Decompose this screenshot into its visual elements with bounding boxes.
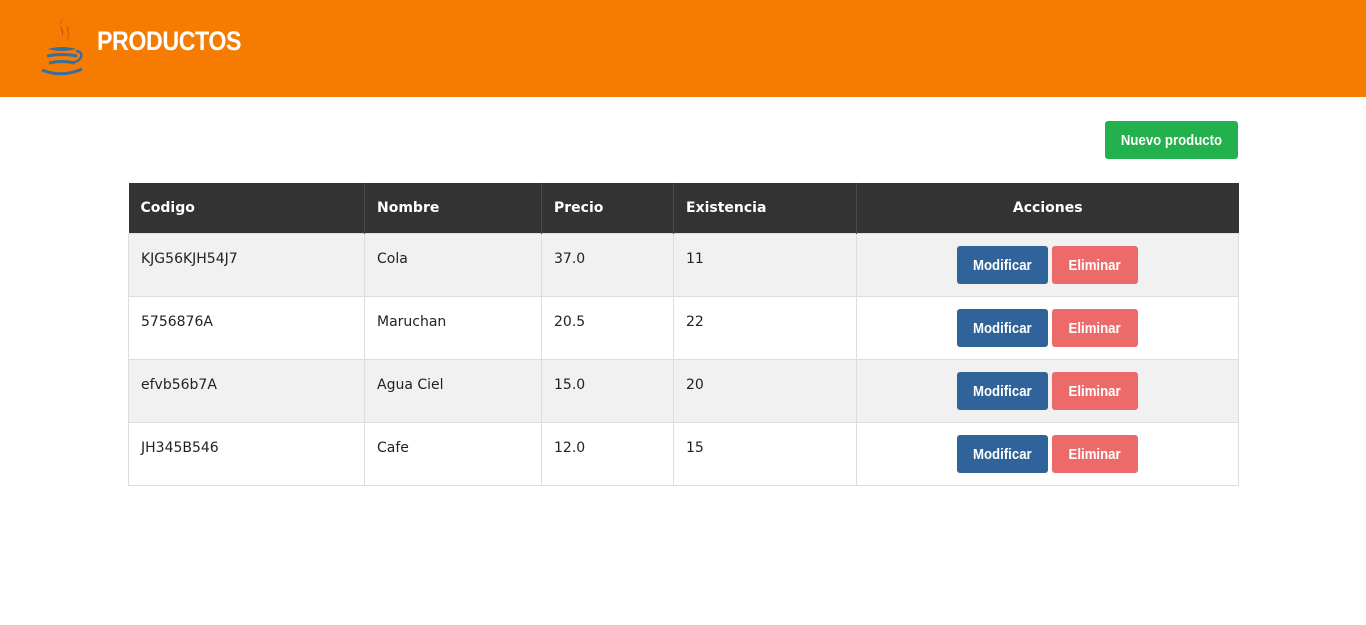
cell-nombre-text: Cafe <box>377 439 409 456</box>
cell-precio: 37.0 <box>541 232 674 297</box>
cell-actions: Modificar Eliminar <box>856 421 1239 486</box>
column-header-codigo[interactable]: Codigo <box>128 183 365 233</box>
products-table: Codigo Nombre Precio Existencia Acciones… <box>128 183 1239 486</box>
cell-codigo: efvb56b7A <box>128 358 365 423</box>
cell-nombre: Cola <box>364 232 542 297</box>
cell-nombre: Agua Ciel <box>364 358 542 423</box>
cell-actions: Modificar Eliminar <box>856 295 1239 360</box>
table-row: 5756876A Maruchan 20.5 22 Modificar Elimi… <box>128 295 1239 360</box>
modify-button-label: Modificar <box>973 256 1032 274</box>
delete-button-label: Eliminar <box>1068 445 1122 463</box>
cell-nombre-text: Cola <box>377 250 408 267</box>
cell-precio: 15.0 <box>541 358 674 423</box>
page-title: PRODUCTOS <box>97 26 242 56</box>
table-row: JH345B546 Cafe 12.0 15 Modificar Eliminar <box>128 421 1239 486</box>
modify-button[interactable]: Modificar <box>957 435 1048 473</box>
cell-nombre-text: Agua Ciel <box>377 376 444 393</box>
modify-button-label: Modificar <box>973 445 1032 463</box>
cell-precio-text: 37.0 <box>554 250 586 267</box>
cell-precio: 12.0 <box>541 421 674 486</box>
modify-button[interactable]: Modificar <box>957 372 1048 410</box>
table-row: efvb56b7A Agua Ciel 15.0 20 Modificar Eli… <box>128 358 1239 423</box>
cell-codigo-text: JH345B546 <box>141 439 219 456</box>
delete-button[interactable]: Eliminar <box>1052 309 1138 347</box>
cell-nombre: Cafe <box>364 421 542 486</box>
cell-nombre-text: Maruchan <box>377 313 447 330</box>
cell-existencia-text: 15 <box>686 439 704 456</box>
cell-existencia: 15 <box>673 421 857 486</box>
cell-existencia: 22 <box>673 295 857 360</box>
modify-button-label: Modificar <box>973 382 1032 400</box>
column-header-acciones: Acciones <box>856 183 1239 233</box>
cell-precio: 20.5 <box>541 295 674 360</box>
cell-codigo: 5756876A <box>128 295 365 360</box>
cell-existencia: 20 <box>673 358 857 423</box>
cell-actions: Modificar Eliminar <box>856 358 1239 423</box>
column-header-precio[interactable]: Precio <box>541 183 674 233</box>
cell-existencia-text: 11 <box>686 250 704 267</box>
cell-existencia-text: 20 <box>686 376 704 393</box>
delete-button-label: Eliminar <box>1068 256 1122 274</box>
cell-precio-text: 20.5 <box>554 313 586 330</box>
cell-codigo-text: KJG56KJH54J7 <box>141 250 238 267</box>
delete-button[interactable]: Eliminar <box>1052 435 1138 473</box>
cell-existencia-text: 22 <box>686 313 704 330</box>
column-header-nombre[interactable]: Nombre <box>364 183 542 233</box>
cell-codigo: KJG56KJH54J7 <box>128 232 365 297</box>
modify-button-label: Modificar <box>973 319 1032 337</box>
app-header: PRODUCTOS <box>0 0 1366 97</box>
cell-existencia: 11 <box>673 232 857 297</box>
table-row: KJG56KJH54J7 Cola 37.0 11 Modificar Elimi… <box>128 232 1239 297</box>
table-header-row: Codigo Nombre Precio Existencia Acciones <box>128 183 1239 233</box>
delete-button-label: Eliminar <box>1068 319 1122 337</box>
modify-button[interactable]: Modificar <box>957 309 1048 347</box>
modify-button[interactable]: Modificar <box>957 246 1048 284</box>
cell-codigo: JH345B546 <box>128 421 365 486</box>
cell-codigo-text: efvb56b7A <box>141 376 217 393</box>
cell-precio-text: 12.0 <box>554 439 586 456</box>
delete-button[interactable]: Eliminar <box>1052 246 1138 284</box>
new-product-button-label: Nuevo producto <box>1120 131 1223 149</box>
cell-codigo-text: 5756876A <box>141 313 213 330</box>
new-product-button[interactable]: Nuevo producto <box>1105 121 1238 159</box>
delete-button[interactable]: Eliminar <box>1052 372 1138 410</box>
java-coffee-cup-icon <box>41 18 83 76</box>
cell-actions: Modificar Eliminar <box>856 232 1239 297</box>
cell-precio-text: 15.0 <box>554 376 586 393</box>
cell-nombre: Maruchan <box>364 295 542 360</box>
delete-button-label: Eliminar <box>1068 382 1122 400</box>
column-header-existencia[interactable]: Existencia <box>673 183 857 233</box>
